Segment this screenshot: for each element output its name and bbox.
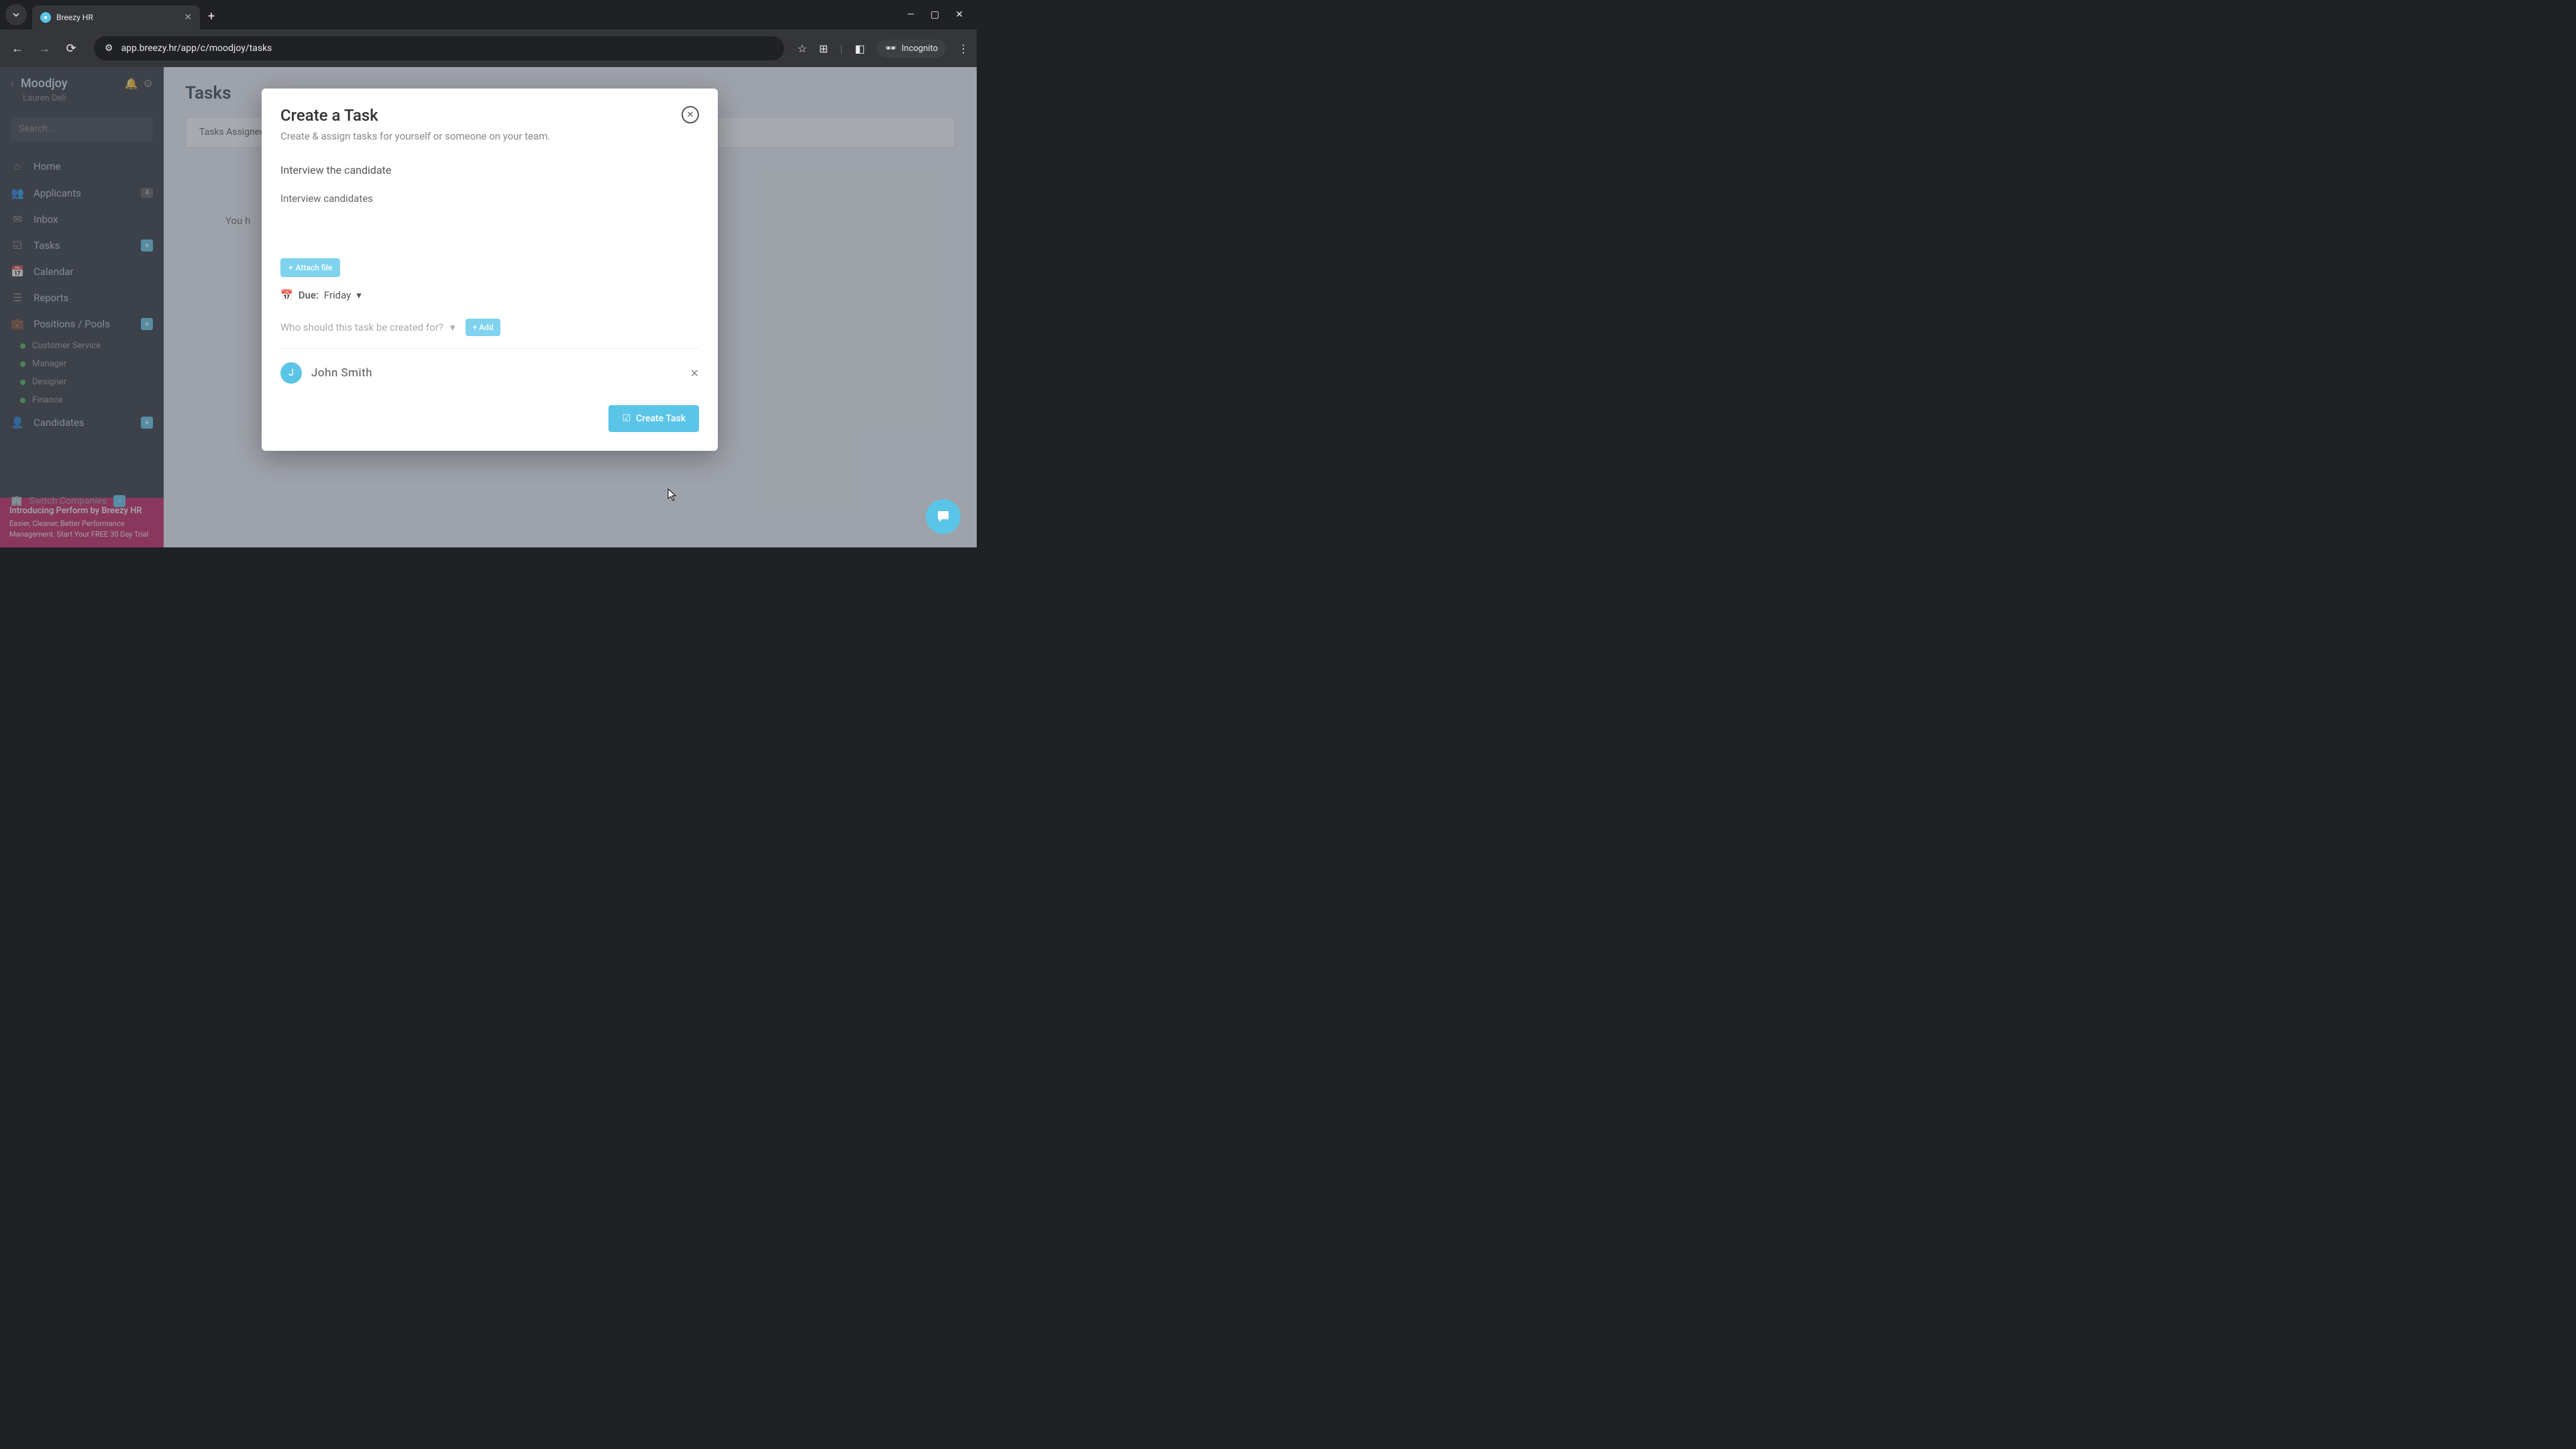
due-date-dropdown[interactable]: 📅 Due: Friday ▾ [280,277,699,313]
assignee-row: J John Smith ✕ [280,348,699,397]
plus-icon: + [288,263,293,272]
check-icon: ☑ [622,413,631,424]
address-bar[interactable]: ⚙ app.breezy.hr/app/c/moodjoy/tasks [94,36,784,60]
create-task-modal: Create a Task ✕ Create & assign tasks fo… [262,89,718,451]
back-button[interactable]: ← [8,42,27,56]
tab-search-button[interactable] [5,4,27,25]
tab-close-button[interactable]: ✕ [184,12,192,23]
close-button[interactable]: ✕ [955,9,963,20]
tab-title: Breezy HR [56,13,178,22]
caret-down-icon: ▾ [356,289,362,301]
assignee-dropdown[interactable]: Who should this task be created for? ▾ [280,321,455,333]
incognito-icon: 🕶 [885,44,896,54]
extensions-icon[interactable]: ⊞ [819,42,828,55]
caret-down-icon: ▾ [450,321,455,333]
plus-icon: + [472,323,479,332]
incognito-badge[interactable]: 🕶 Incognito [877,40,946,58]
url-text: app.breezy.hr/app/c/moodjoy/tasks [121,43,272,54]
attach-file-button[interactable]: + Attach file [280,258,340,277]
browser-toolbar: ← → ⟳ ⚙ app.breezy.hr/app/c/moodjoy/task… [0,30,977,67]
avatar: J [280,362,302,384]
task-title-input[interactable]: Interview the candidate [280,154,699,186]
forward-button[interactable]: → [35,42,54,56]
site-settings-icon[interactable]: ⚙ [105,43,113,54]
modal-subtitle: Create & assign tasks for yourself or so… [262,130,718,154]
assignee-name: John Smith [311,366,372,380]
new-tab-button[interactable]: + [208,9,215,23]
calendar-icon: 📅 [280,289,293,301]
reload-button[interactable]: ⟳ [62,42,80,56]
browser-tab[interactable]: ● Breezy HR ✕ [32,5,200,30]
bookmark-icon[interactable]: ☆ [798,42,807,55]
browser-tab-strip: ● Breezy HR ✕ + — ▢ ✕ [0,0,977,30]
tab-favicon: ● [40,12,51,23]
maximize-button[interactable]: ▢ [930,9,939,20]
close-icon[interactable]: ✕ [682,106,699,123]
chat-widget-button[interactable] [926,499,961,534]
task-description-input[interactable]: Interview candidates [280,186,699,258]
remove-assignee-button[interactable]: ✕ [690,367,699,380]
window-controls: — ▢ ✕ [907,9,971,20]
side-panel-icon[interactable]: ◧ [855,42,865,55]
minimize-button[interactable]: — [907,9,914,20]
create-task-button[interactable]: ☑ Create Task [608,405,699,432]
add-assignee-button[interactable]: + Add [466,319,500,336]
modal-title: Create a Task [280,106,378,125]
menu-icon[interactable]: ⋮ [958,42,969,55]
